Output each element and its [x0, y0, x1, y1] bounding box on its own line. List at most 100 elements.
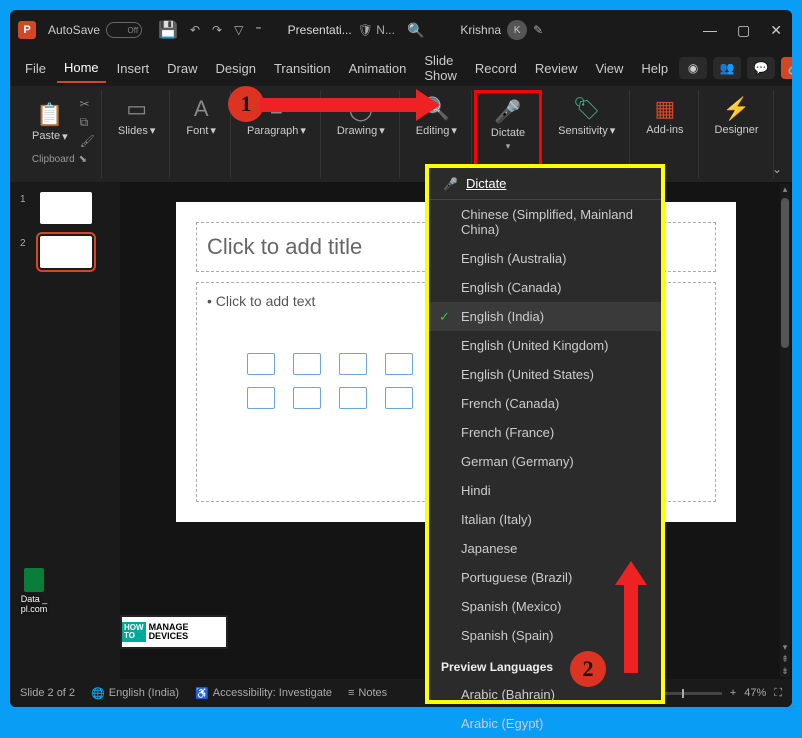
- language-option[interactable]: French (France): [429, 418, 661, 447]
- dropdown-header[interactable]: 🎤 Dictate: [429, 168, 661, 200]
- language-option[interactable]: English (Canada): [429, 273, 661, 302]
- annotation-marker-1: 1: [228, 86, 264, 122]
- toggle-switch[interactable]: Off: [106, 22, 142, 38]
- language-indicator[interactable]: 🌐 English (India): [91, 687, 179, 700]
- slides-button[interactable]: ▭Slides ▾: [110, 92, 164, 141]
- chevron-down-icon: ▾: [62, 130, 68, 143]
- collapse-ribbon-icon[interactable]: ⌄: [772, 162, 782, 176]
- tab-draw[interactable]: Draw: [160, 55, 204, 82]
- desktop-icons: Data _ pl.com: [14, 568, 54, 622]
- insert-smartart-icon[interactable]: [385, 353, 413, 375]
- dictate-button[interactable]: 🎤Dictate▾: [483, 95, 533, 156]
- language-option[interactable]: Arabic (Egypt): [429, 709, 661, 738]
- paste-button[interactable]: 📋 Paste ▾: [24, 98, 76, 147]
- desktop-file-icon[interactable]: Data _ pl.com: [14, 568, 54, 614]
- group-clipboard: 📋 Paste ▾ ✂ ⧉ 🖌 Clipboard ⬊: [18, 90, 102, 178]
- language-option[interactable]: Arabic (Bahrain): [429, 680, 661, 709]
- group-font: AFont ▾: [172, 90, 231, 178]
- tab-slideshow[interactable]: Slide Show: [417, 47, 464, 89]
- insert-video-icon[interactable]: [293, 387, 321, 409]
- language-option[interactable]: Hindi: [429, 476, 661, 505]
- insert-icon-icon[interactable]: [339, 353, 367, 375]
- user-account[interactable]: Krishna K: [460, 20, 527, 40]
- thumb-number: 1: [20, 194, 26, 205]
- shield-icon[interactable]: 🛡 N...: [358, 23, 395, 37]
- language-option[interactable]: German (Germany): [429, 447, 661, 476]
- slide-indicator[interactable]: Slide 2 of 2: [20, 687, 75, 699]
- tab-record[interactable]: Record: [468, 55, 524, 82]
- microphone-icon: 🎤: [494, 99, 521, 125]
- microphone-icon: 🎤: [443, 177, 458, 191]
- addins-icon: ▦: [654, 96, 675, 122]
- teams-button[interactable]: 👥: [713, 57, 741, 79]
- autosave-toggle[interactable]: AutoSave Off: [48, 22, 142, 38]
- insert-picture-icon[interactable]: [293, 353, 321, 375]
- annotation-arrow-2: [624, 583, 638, 673]
- group-designer: ⚡Designer: [701, 90, 774, 178]
- language-option[interactable]: English (Australia): [429, 244, 661, 273]
- format-painter-icon[interactable]: 🖌: [80, 134, 95, 148]
- tab-view[interactable]: View: [588, 55, 630, 82]
- accessibility-indicator[interactable]: ♿ Accessibility: Investigate: [195, 687, 332, 700]
- menubar: File Home Insert Draw Design Transition …: [10, 50, 792, 86]
- language-option[interactable]: Chinese (Simplified, Mainland China): [429, 200, 661, 244]
- fit-icon[interactable]: ⛶: [774, 687, 782, 700]
- annotation-marker-2: 2: [570, 651, 606, 687]
- scroll-down-icon: ▾: [780, 642, 790, 653]
- language-option[interactable]: English (United States): [429, 360, 661, 389]
- comments-button[interactable]: 💬: [747, 57, 775, 79]
- language-option[interactable]: Japanese: [429, 534, 661, 563]
- tab-transition[interactable]: Transition: [267, 55, 338, 82]
- vertical-scrollbar[interactable]: ▴ ▾ ⇞ ⇟: [780, 184, 790, 677]
- document-title[interactable]: Presentati...: [288, 23, 352, 37]
- close-icon[interactable]: ✕: [770, 22, 782, 39]
- language-option[interactable]: English (India): [429, 302, 661, 331]
- watermark-logo: HOWTO MANAGE DEVICES: [120, 615, 228, 649]
- camera-button[interactable]: ◉: [679, 57, 707, 79]
- avatar: K: [507, 20, 527, 40]
- tab-help[interactable]: Help: [634, 55, 675, 82]
- clipboard-label: Clipboard: [32, 154, 75, 165]
- insert-3d-icon[interactable]: [247, 387, 275, 409]
- tab-animation[interactable]: Animation: [342, 55, 414, 82]
- addins-button[interactable]: ▦Add-ins: [638, 92, 691, 140]
- slide-thumbnail-2[interactable]: [40, 236, 92, 268]
- font-button[interactable]: AFont ▾: [178, 92, 224, 141]
- designer-icon: ⚡: [723, 96, 750, 122]
- titlebar: P AutoSave Off 💾 ↶ ↷ ▽ ⁼ Presentati... 🛡…: [10, 10, 792, 50]
- zoom-level[interactable]: 47%: [744, 687, 766, 699]
- tab-home[interactable]: Home: [57, 54, 106, 83]
- pen-icon[interactable]: ✎: [533, 23, 543, 37]
- tab-insert[interactable]: Insert: [110, 55, 157, 82]
- zoom-slider[interactable]: [662, 692, 722, 695]
- undo-icon[interactable]: ↶: [190, 23, 200, 37]
- dialog-launcher-icon[interactable]: ⬊: [79, 154, 87, 165]
- designer-button[interactable]: ⚡Designer: [707, 92, 767, 140]
- content-icons: [247, 353, 419, 409]
- tab-review[interactable]: Review: [528, 55, 585, 82]
- maximize-icon[interactable]: ▢: [737, 22, 750, 39]
- insert-cameo-icon[interactable]: [339, 387, 367, 409]
- share-button[interactable]: 🔗: [781, 57, 792, 79]
- copy-icon[interactable]: ⧉: [80, 115, 95, 130]
- sensitivity-icon: 🏷: [573, 96, 601, 122]
- tab-design[interactable]: Design: [209, 55, 263, 82]
- insert-chart-icon[interactable]: [385, 387, 413, 409]
- from-beginning-icon[interactable]: ▽: [234, 23, 243, 37]
- search-icon[interactable]: 🔍: [407, 22, 424, 39]
- language-option[interactable]: Italian (Italy): [429, 505, 661, 534]
- sensitivity-button[interactable]: 🏷Sensitivity ▾: [550, 92, 623, 141]
- redo-icon[interactable]: ↷: [212, 23, 222, 37]
- tab-file[interactable]: File: [18, 55, 53, 82]
- customize-qat-icon[interactable]: ⁼: [255, 23, 261, 37]
- zoom-in-icon[interactable]: +: [730, 687, 736, 699]
- minimize-icon[interactable]: —: [703, 22, 717, 39]
- cut-icon[interactable]: ✂: [80, 97, 95, 111]
- language-option[interactable]: English (United Kingdom): [429, 331, 661, 360]
- notes-button[interactable]: ≡ Notes: [348, 687, 387, 699]
- slide-thumbnail-1[interactable]: [40, 192, 92, 224]
- scroll-handle[interactable]: [781, 198, 789, 348]
- save-icon[interactable]: 💾: [158, 20, 178, 40]
- language-option[interactable]: French (Canada): [429, 389, 661, 418]
- insert-table-icon[interactable]: [247, 353, 275, 375]
